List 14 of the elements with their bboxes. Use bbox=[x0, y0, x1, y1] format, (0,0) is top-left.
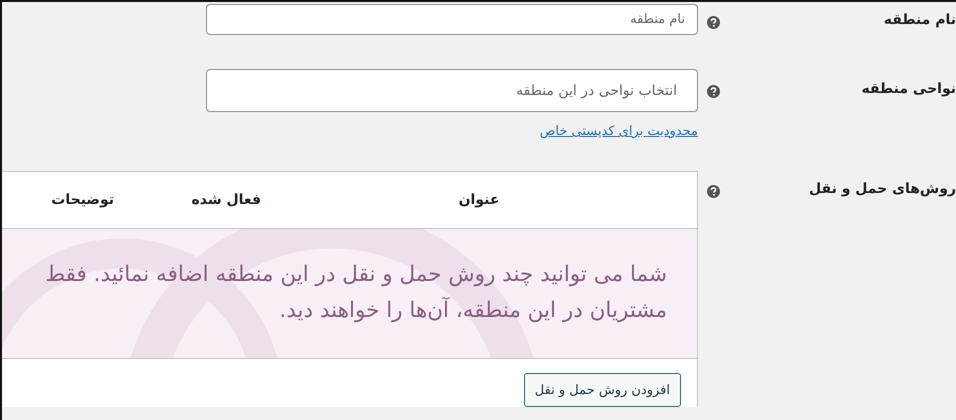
input-field[interactable]: انتخاب نواحی در این منطقه bbox=[206, 69, 698, 112]
field-label: نواحی منطقه bbox=[860, 80, 956, 97]
field-label: روش‌های حمل و نقل bbox=[808, 180, 956, 197]
help-icon[interactable] bbox=[706, 85, 720, 98]
postcode-link[interactable]: محدودیت برای کدپستی خاص bbox=[540, 124, 698, 139]
add-shipping-method-button[interactable]: افزودن روش حمل و نقل bbox=[524, 373, 681, 407]
column-header: توضیحات bbox=[50, 192, 114, 208]
help-icon[interactable] bbox=[706, 185, 720, 198]
empty-message: شما می توانید چند روش حمل و نقل در این منطقه اضافه نمائید. فقط مشتریان در این منطقه، آن‌ها را خواهند دید. bbox=[44, 261, 667, 325]
help-icon[interactable] bbox=[706, 16, 720, 29]
field-label: نام منطقه bbox=[882, 11, 956, 28]
input-field[interactable]: نام منطقه bbox=[206, 4, 698, 35]
column-header: عنوان bbox=[458, 192, 500, 208]
column-header: فعال شده bbox=[190, 192, 261, 208]
